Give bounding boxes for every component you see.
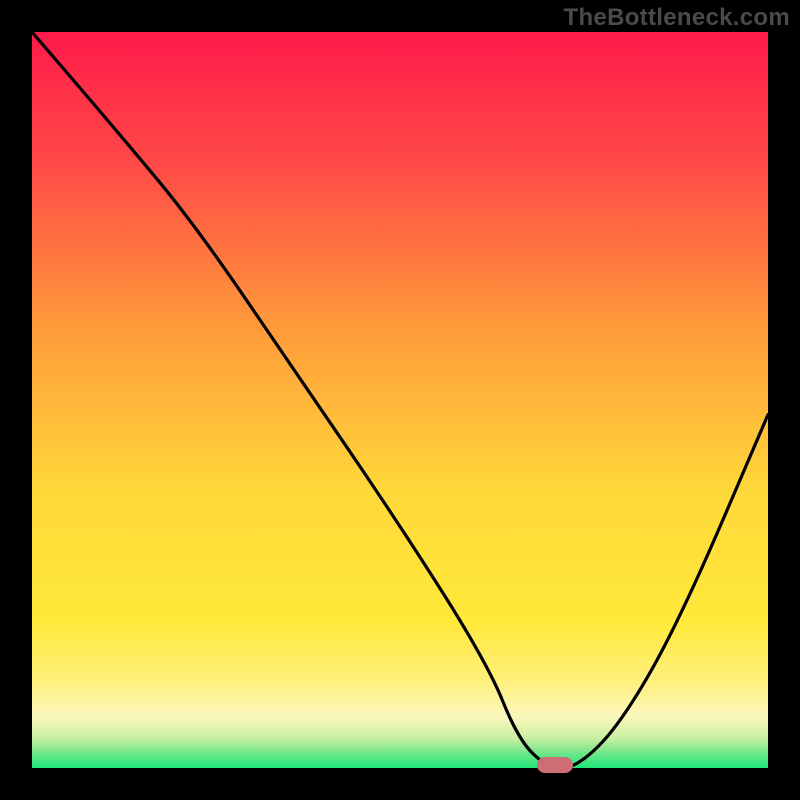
chart-svg bbox=[32, 32, 768, 768]
watermark-text: TheBottleneck.com bbox=[564, 4, 790, 32]
chart-frame: TheBottleneck.com bbox=[0, 0, 800, 800]
current-point-marker bbox=[537, 757, 573, 773]
plot-area bbox=[32, 32, 768, 768]
